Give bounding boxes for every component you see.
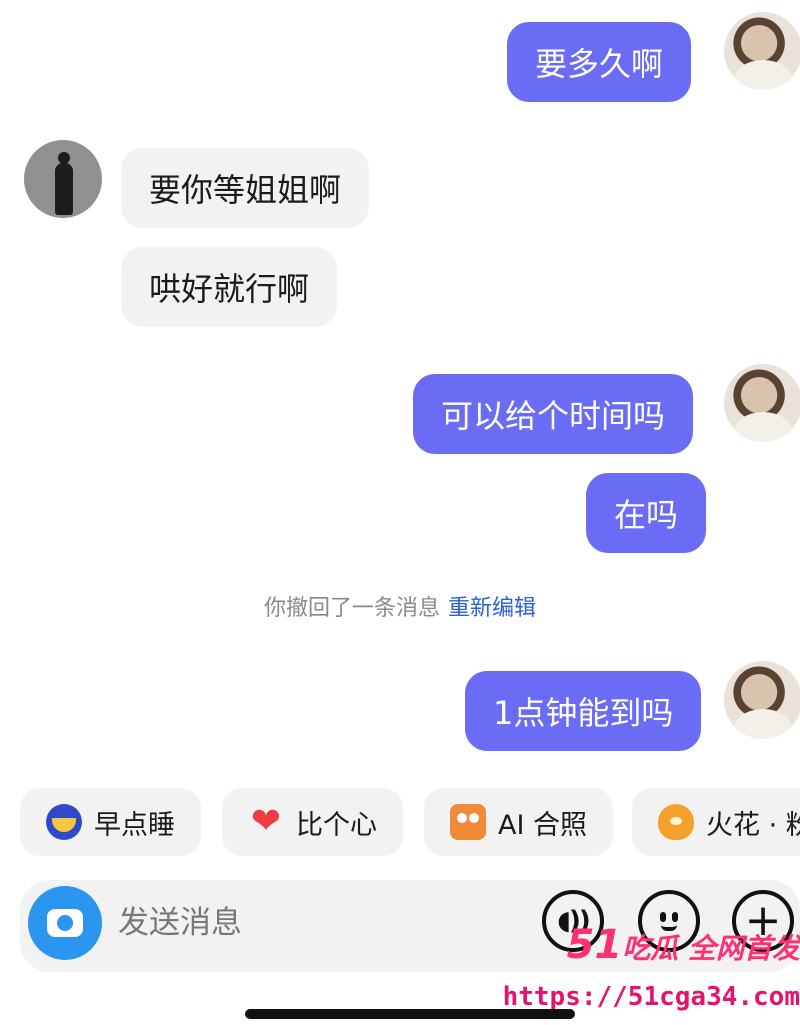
heart-icon: ❤	[250, 801, 282, 842]
re-edit-link[interactable]: 重新编辑	[448, 596, 536, 621]
message-text: 在吗	[614, 496, 679, 534]
chip-label: 比个心	[296, 809, 377, 841]
message-bubble-incoming[interactable]: 哄好就行啊	[121, 247, 338, 327]
chip-label: AI 合照	[498, 809, 588, 841]
contact-avatar[interactable]	[24, 140, 102, 218]
quick-action-ai-photo[interactable]: AI 合照	[424, 788, 614, 856]
watermark-url: https://51cga34.com	[502, 982, 800, 1012]
home-indicator[interactable]	[245, 1009, 575, 1019]
my-avatar[interactable]	[724, 661, 800, 739]
message-bubble-outgoing[interactable]: 1点钟能到吗	[465, 671, 702, 751]
message-bubble-outgoing[interactable]: 在吗	[586, 473, 707, 553]
recall-notice-text: 你撤回了一条消息	[263, 596, 440, 621]
message-bubble-incoming[interactable]: 要你等姐姐啊	[121, 148, 370, 228]
chip-label: 火花 · 粉	[706, 809, 800, 841]
watermark-badge: 51吃瓜 全网首发	[560, 922, 800, 968]
my-avatar[interactable]	[724, 364, 800, 442]
quick-action-spark[interactable]: 火花 · 粉	[632, 788, 800, 856]
message-text: 1点钟能到吗	[493, 694, 674, 732]
message-bubble-outgoing[interactable]: 要多久啊	[507, 22, 692, 102]
quick-action-sleep[interactable]: 早点睡	[20, 788, 201, 856]
chip-label: 早点睡	[94, 809, 175, 841]
my-avatar[interactable]	[724, 12, 800, 90]
photo-icon	[450, 804, 486, 840]
quick-action-heart[interactable]: ❤ 比个心	[222, 788, 403, 856]
watermark-number: 51	[566, 922, 623, 968]
moon-icon	[46, 804, 82, 840]
message-text: 要你等姐姐啊	[149, 171, 342, 209]
message-input[interactable]	[118, 898, 508, 948]
message-bubble-outgoing[interactable]: 可以给个时间吗	[413, 374, 694, 454]
camera-button[interactable]	[28, 886, 102, 960]
message-text: 要多久啊	[535, 45, 664, 83]
camera-icon	[47, 909, 83, 937]
spark-icon	[658, 804, 694, 840]
message-text: 哄好就行啊	[149, 270, 310, 308]
message-text: 可以给个时间吗	[441, 397, 666, 435]
watermark-text: 吃瓜 全网首发	[622, 932, 800, 965]
recall-notice: 你撤回了一条消息 重新编辑	[0, 590, 800, 622]
